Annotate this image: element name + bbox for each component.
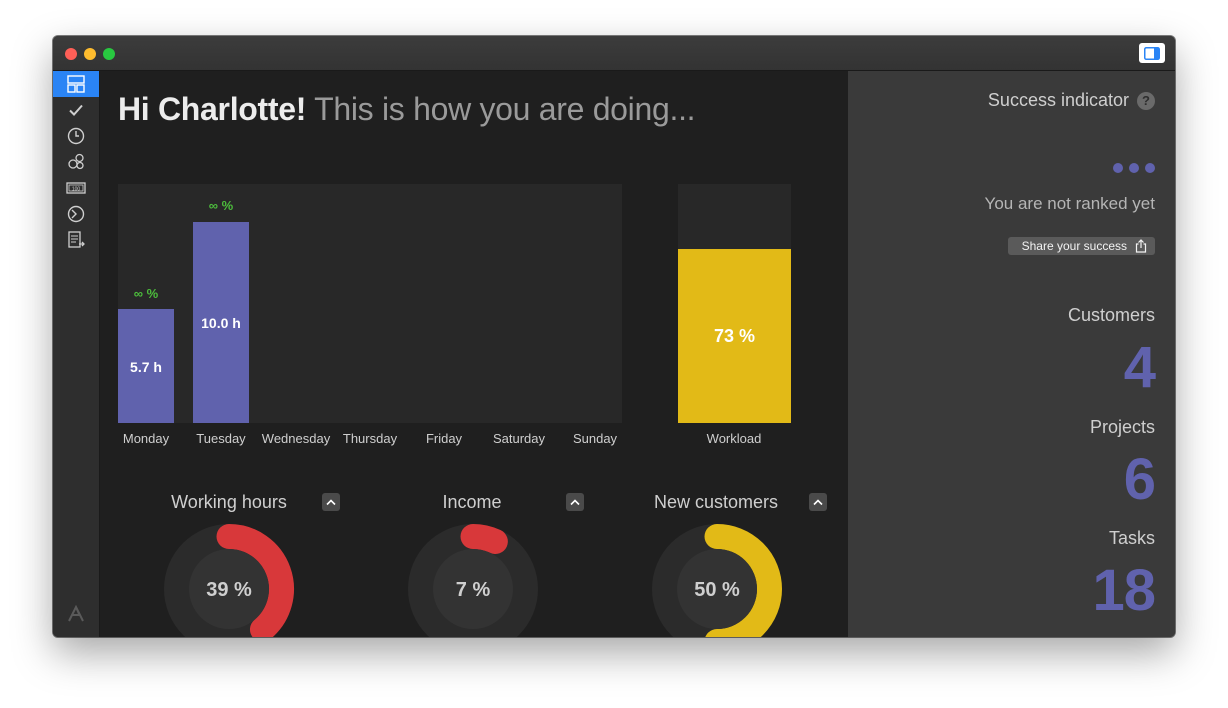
- right-panel: Success indicator ? You are not ranked y…: [848, 71, 1175, 637]
- gauge-income-title: Income: [442, 492, 502, 512]
- toggle-sidebar-button[interactable]: [1139, 43, 1165, 63]
- sidebar-icon: [1144, 46, 1160, 60]
- rank-dot: [1145, 163, 1155, 173]
- gauge-working-hours: 39 %: [164, 524, 294, 637]
- gauge-working-hours-title: Working hours: [171, 492, 287, 512]
- success-indicator-title: Success indicator: [987, 90, 1129, 110]
- stat-customers-label: Customers: [1067, 305, 1155, 325]
- nav-time-tracking[interactable]: [53, 123, 99, 149]
- rank-dot: [1113, 163, 1123, 173]
- day-label-sunday: Sunday: [572, 431, 618, 446]
- greeting-headline: Hi Charlotte! This is how you are doing.…: [118, 91, 696, 128]
- help-icon[interactable]: ?: [1137, 91, 1155, 110]
- app-window: 100 Hi Charlotte! This is how you are do…: [53, 36, 1175, 637]
- clients-icon: [68, 153, 84, 170]
- nav-invoices[interactable]: 100: [53, 175, 99, 201]
- greeting-subtitle: This is how you are doing...: [314, 91, 696, 127]
- share-icon: [1135, 239, 1147, 253]
- bar-tuesday-value: 10.0 h: [201, 315, 241, 331]
- nav-clients[interactable]: [53, 149, 99, 175]
- nav-dashboard[interactable]: [53, 71, 99, 97]
- nav-tasks[interactable]: [53, 97, 99, 123]
- gauge-value-label: 50 %: [694, 579, 740, 601]
- dashboard-main: Hi Charlotte! This is how you are doing.…: [100, 71, 848, 637]
- chevron-up-icon: [570, 498, 580, 505]
- stat-customers-value: 4: [1123, 335, 1156, 400]
- svg-text:100: 100: [72, 186, 81, 192]
- minimize-window-button[interactable]: [84, 48, 96, 60]
- workload-label: Workload: [706, 431, 762, 446]
- nav-finance[interactable]: [53, 201, 99, 227]
- stat-tasks-label: Tasks: [1108, 528, 1155, 548]
- bar-monday-value: 5.7 h: [130, 359, 162, 375]
- close-window-button[interactable]: [65, 48, 77, 60]
- ranking-dots: [1113, 163, 1155, 173]
- bar-monday-percent: ∞ %: [133, 286, 159, 301]
- rank-status-text: You are not ranked yet: [984, 194, 1155, 213]
- reports-icon: [68, 231, 85, 248]
- maximize-window-button[interactable]: [103, 48, 115, 60]
- stat-projects-label: Projects: [1089, 417, 1155, 437]
- gauge-value-label: 39 %: [206, 579, 252, 601]
- app-logo: [53, 601, 99, 627]
- banknote-icon: 100: [66, 182, 86, 194]
- rank-dot: [1129, 163, 1139, 173]
- sidebar: 100: [53, 71, 100, 637]
- nav-reports[interactable]: [53, 227, 99, 253]
- chevron-up-icon: [813, 498, 823, 505]
- gauge-value-label: 7 %: [456, 579, 491, 601]
- workload-percent: 73 %: [713, 326, 756, 346]
- stat-projects-value: 6: [1123, 447, 1156, 512]
- gauge-income: 7 %: [408, 524, 538, 637]
- chevron-up-icon: [326, 498, 336, 505]
- share-success-label: Share your success: [1021, 239, 1127, 253]
- gauge-working-hours-toggle[interactable]: [322, 493, 340, 511]
- gauge-income-toggle[interactable]: [566, 493, 584, 511]
- stat-tasks-value: 18: [1092, 558, 1156, 623]
- gauge-new-customers-toggle[interactable]: [809, 493, 827, 511]
- checkmark-icon: [69, 104, 83, 116]
- bar-tuesday-percent: ∞ %: [208, 198, 234, 213]
- gauge-new-customers-title: New customers: [653, 492, 779, 512]
- success-indicator-header: Success indicator ?: [988, 90, 1155, 111]
- titlebar: [53, 36, 1175, 71]
- app-logo-icon: [68, 604, 84, 622]
- greeting-name: Hi Charlotte!: [118, 91, 307, 127]
- gauge-new-customers: 50 %: [652, 524, 782, 637]
- clock-icon: [67, 127, 85, 145]
- dashboard-icon: [67, 75, 85, 93]
- share-success-button[interactable]: Share your success: [1007, 237, 1155, 255]
- finance-icon: [67, 205, 85, 223]
- gauge-progress-arc: [460, 524, 508, 554]
